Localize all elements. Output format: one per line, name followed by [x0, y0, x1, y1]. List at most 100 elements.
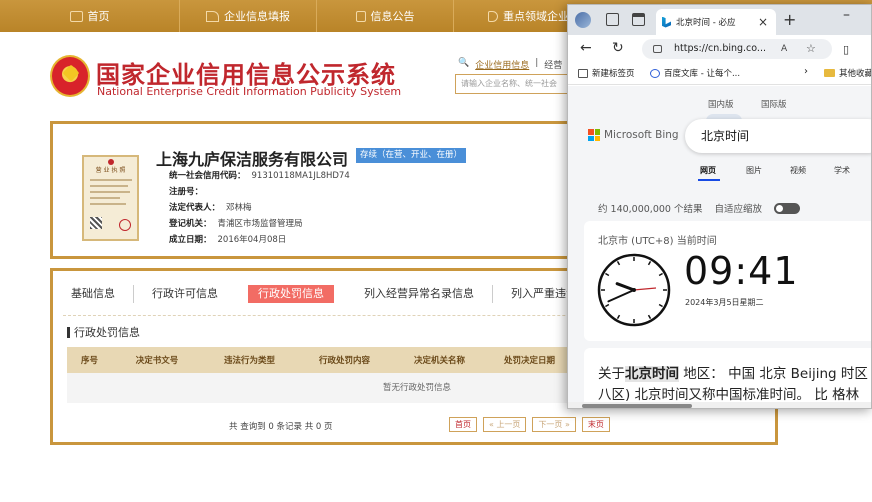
fav-label: 新建标签页: [592, 69, 635, 79]
next-page-button[interactable]: 下一页 »: [532, 417, 576, 432]
bing-search-input[interactable]: 北京时间: [685, 119, 871, 153]
nav-home[interactable]: 首页: [0, 0, 180, 32]
status-badge: 存续（在营、开业、在册）: [356, 148, 467, 163]
info-value: 91310118MA1JL8HD74: [251, 171, 350, 181]
company-name: 上海九庐保洁服务有限公司: [156, 150, 349, 169]
info-value: 邓林梅: [226, 203, 252, 213]
bing-logo[interactable]: Microsoft Bing: [588, 129, 679, 141]
nav-key-fields-label: 重点领域企业: [503, 10, 569, 23]
fav-label: 其他收藏: [839, 69, 872, 79]
url-field[interactable]: https://cn.bing.co...: [642, 39, 832, 59]
tab-basic-info[interactable]: 基础信息: [53, 285, 134, 303]
workspaces-icon[interactable]: [606, 13, 619, 26]
link-enterprise-credit[interactable]: 企业信用信息: [475, 58, 529, 71]
info-value: 青浦区市场监督管理局: [217, 219, 303, 229]
first-page-button[interactable]: 首页: [449, 417, 477, 432]
column-header: 行政处罚内容: [318, 356, 370, 366]
snippet-line-1: 关于北京时间 地区： 中国 北京 Beijing 时区: [598, 362, 868, 382]
nav-enterprise-report-label: 企业信息填报: [224, 10, 290, 23]
adaptive-zoom-toggle[interactable]: [774, 202, 800, 214]
close-tab-icon[interactable]: ×: [758, 15, 768, 29]
minimize-icon[interactable]: –: [843, 7, 850, 23]
lock-icon[interactable]: [653, 45, 662, 53]
time-answer-card: 北京市 (UTC+8) 当前时间 09:41 2024年3月5日星期二: [584, 221, 871, 341]
license-text-line: [90, 191, 130, 193]
vertical-academic[interactable]: 学术: [834, 165, 850, 176]
vertical-images[interactable]: 图片: [746, 165, 762, 176]
active-vertical-indicator: [698, 179, 720, 181]
vertical-web[interactable]: 网页: [700, 165, 716, 176]
tab-admin-license[interactable]: 行政许可信息: [134, 285, 236, 303]
back-icon[interactable]: ←: [580, 40, 592, 56]
new-tab-page-icon: [578, 68, 588, 78]
info-value: 2016年04月08日: [217, 235, 287, 245]
result-snippet[interactable]: 关于北京时间 地区： 中国 北京 Beijing 时区 八区) 北京时间又称中国…: [584, 348, 871, 402]
search-icon: 🔍: [458, 58, 470, 68]
site-subtitle: National Enterprise Credit Information P…: [97, 85, 402, 98]
favorite-star-icon[interactable]: ☆: [806, 42, 816, 55]
pagination: 首页 « 上一页 下一页 » 末页: [449, 417, 610, 432]
vertical-videos[interactable]: 视频: [790, 165, 806, 176]
column-header: 违法行为类型: [223, 356, 275, 366]
bing-page: 国内版 国际版 Microsoft Bing 北京时间 网页 图片 视频 学术 …: [568, 86, 871, 402]
nav-key-fields[interactable]: 重点领域企业: [454, 0, 584, 32]
microsoft-logo-icon: [588, 129, 600, 141]
snippet-highlight: 北京时间: [625, 366, 679, 382]
nav-home-label: 首页: [87, 10, 110, 23]
bing-favicon-icon: [662, 16, 671, 28]
link-separator: |: [535, 58, 539, 68]
snippet-line-2: 八区) 北京时间又称中国标准时间。 比 格林: [598, 387, 860, 402]
read-aloud-icon[interactable]: A: [781, 44, 787, 54]
new-tab-icon[interactable]: +: [783, 10, 796, 29]
browser-tab-title: 北京时间 - 必应: [676, 18, 736, 28]
nav-enterprise-report[interactable]: 企业信息填报: [180, 0, 317, 32]
scrollbar-thumb[interactable]: [582, 404, 692, 408]
nav-announcements-label: 信息公告: [370, 10, 415, 23]
info-reg-authority: 登记机关： 青浦区市场监督管理局: [169, 217, 303, 229]
bing-brand-text: Microsoft Bing: [604, 129, 679, 141]
clock-digital-time: 09:41: [684, 249, 799, 293]
tab-abnormal-list[interactable]: 列入经营异常名录信息: [346, 285, 493, 303]
nav-announcements[interactable]: 信息公告: [317, 0, 454, 32]
snippet-suffix: 地区： 中国 北京 Beijing 时区: [679, 366, 868, 382]
favorites-bar: 新建标签页 百度文库 - 让每个... › 其他收藏: [568, 63, 871, 85]
clock-location-label: 北京市 (UTC+8) 当前时间: [598, 236, 717, 247]
info-est-date: 成立日期： 2016年04月08日: [169, 233, 286, 245]
license-text-line: [90, 203, 126, 205]
browser-tab[interactable]: 北京时间 - 必应 ×: [656, 9, 776, 35]
scope-domestic[interactable]: 国内版: [708, 98, 734, 110]
address-bar-row: ← ↻ https://cn.bing.co... A ☆ ▯: [568, 35, 871, 63]
link-business[interactable]: 经营: [544, 58, 562, 71]
tab-actions-icon[interactable]: [632, 13, 645, 26]
license-text-line: [90, 185, 128, 187]
info-key: 成立日期：: [169, 235, 212, 245]
column-header: 序号: [80, 356, 98, 366]
info-key: 法定代表人：: [169, 203, 221, 213]
speaker-icon: [488, 10, 498, 22]
favorites-overflow-icon[interactable]: ›: [804, 66, 808, 77]
clock-date: 2024年3月5日星期二: [685, 298, 764, 307]
split-screen-icon[interactable]: ▯: [843, 42, 849, 58]
last-page-button[interactable]: 末页: [581, 417, 610, 432]
column-header: 决定机关名称: [413, 356, 465, 366]
horizontal-scrollbar[interactable]: [568, 402, 871, 408]
info-key: 登记机关：: [169, 219, 212, 229]
business-license-image[interactable]: 营 业 执 照: [82, 155, 139, 241]
tab-admin-penalty[interactable]: 行政处罚信息: [248, 285, 334, 303]
fav-new-tab[interactable]: 新建标签页: [578, 67, 635, 79]
profile-avatar[interactable]: [575, 12, 591, 28]
column-header: 处罚决定日期: [503, 356, 555, 366]
monitor-icon: [69, 10, 83, 22]
info-legal-rep: 法定代表人： 邓林梅: [169, 201, 252, 213]
license-text-line: [90, 179, 132, 181]
fav-baidu-wenku[interactable]: 百度文库 - 让每个...: [650, 67, 740, 79]
qr-code-icon: [90, 217, 102, 229]
snippet-prefix: 关于: [598, 366, 625, 382]
refresh-icon[interactable]: ↻: [612, 40, 624, 56]
info-credit-code: 统一社会信用代码： 91310118MA1JL8HD74: [169, 169, 350, 181]
prev-page-button[interactable]: « 上一页: [483, 417, 527, 432]
search-input[interactable]: 请输入企业名称、统一社会: [455, 74, 575, 94]
pager-info: 共 查询到 0 条记录 共 0 页: [229, 422, 333, 432]
fav-other-folder[interactable]: 其他收藏: [824, 67, 872, 79]
scope-international[interactable]: 国际版: [761, 98, 787, 110]
